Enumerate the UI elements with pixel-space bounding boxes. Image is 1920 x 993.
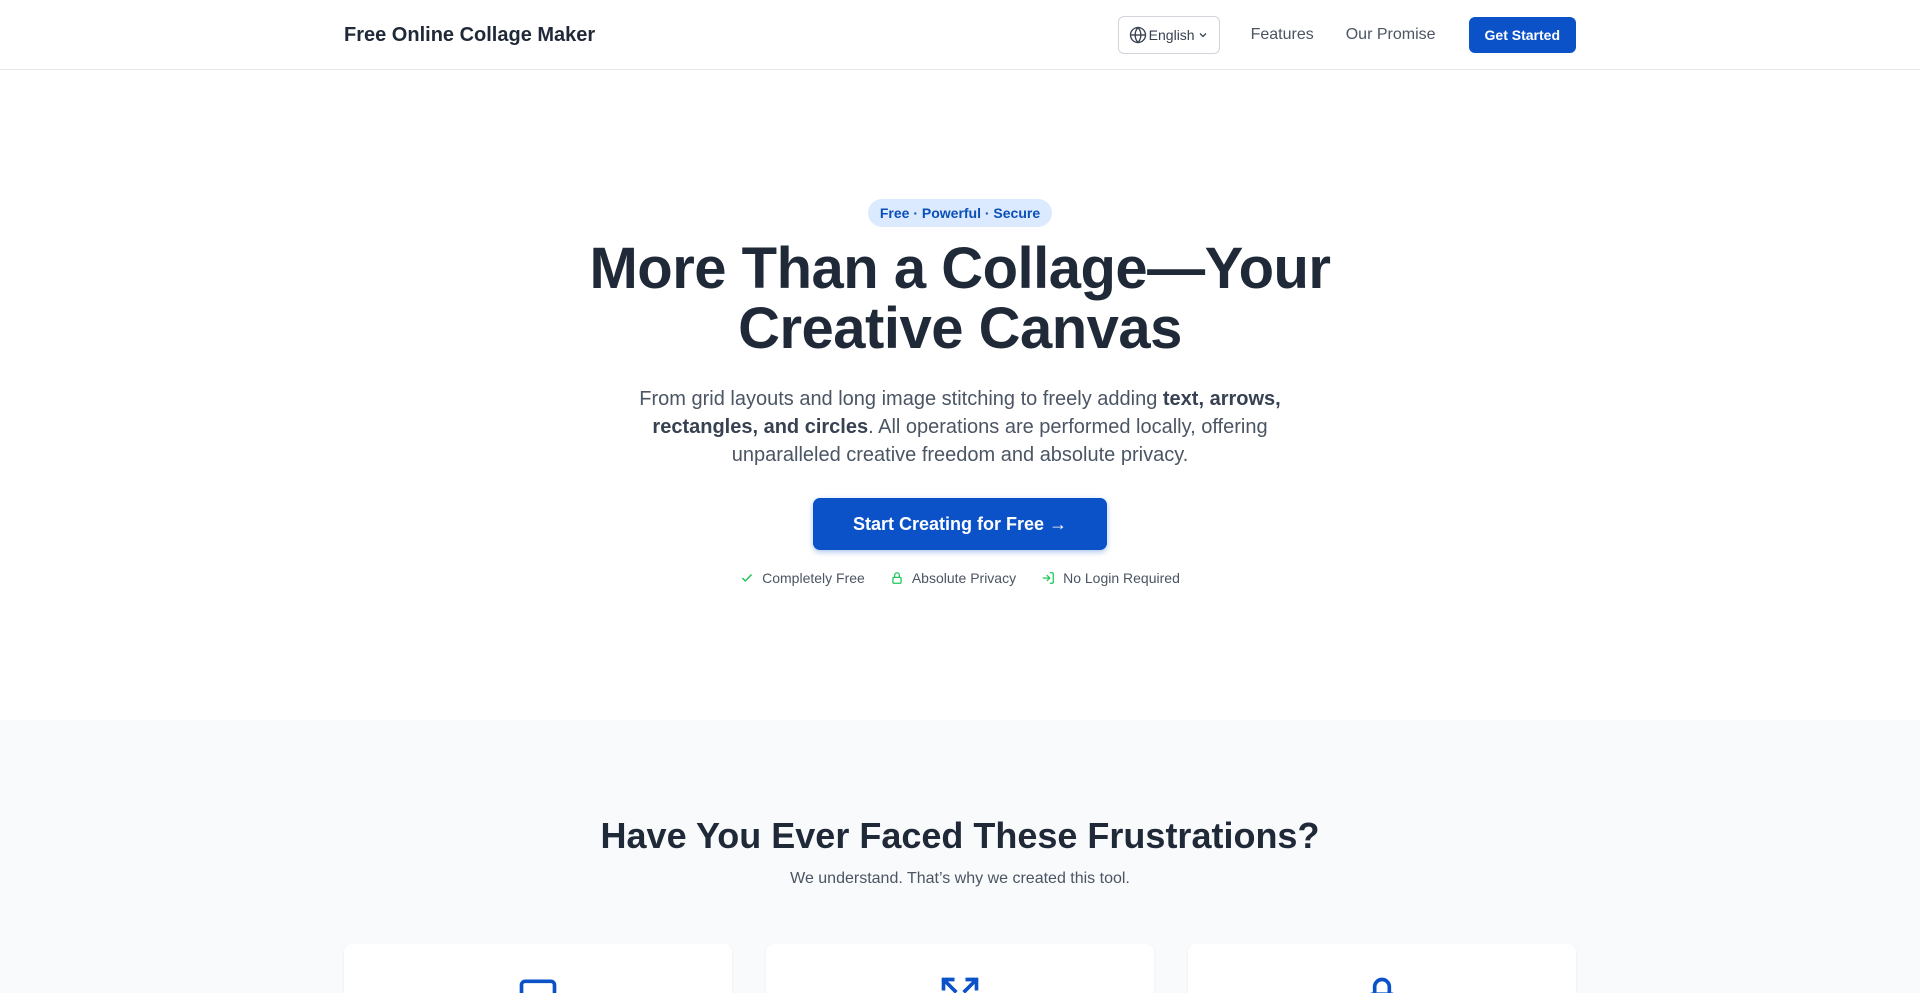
trust-label-free: Completely Free — [762, 570, 865, 586]
nav-features-link[interactable]: Features — [1251, 26, 1314, 44]
trust-label-no-login: No Login Required — [1063, 570, 1180, 586]
trust-item-no-login: No Login Required — [1041, 570, 1180, 586]
hero-section: Free · Powerful · Secure More Than a Col… — [0, 70, 1920, 720]
expand-arrows-icon — [941, 977, 979, 993]
frustration-card — [1188, 944, 1576, 993]
trust-item-privacy: Absolute Privacy — [890, 570, 1016, 586]
main-nav: English Features Our Promise Get Started — [1117, 16, 1576, 54]
frustration-cards — [344, 944, 1576, 993]
frustrations-subtitle: We understand. That’s why we created thi… — [790, 870, 1130, 887]
hero-subtitle: From grid layouts and long image stitchi… — [630, 385, 1290, 469]
frustrations-title: Have You Ever Faced These Frustrations? — [600, 815, 1320, 856]
site-logo[interactable]: Free Online Collage Maker — [344, 24, 595, 47]
trust-label-privacy: Absolute Privacy — [911, 570, 1017, 586]
frustration-card — [766, 944, 1154, 993]
hero-badge: Free · Powerful · Secure — [867, 199, 1053, 227]
language-selector[interactable]: English — [1117, 16, 1220, 54]
trust-badges: Completely Free Absolute Privacy No Logi… — [740, 570, 1180, 586]
get-started-button[interactable]: Get Started — [1468, 17, 1576, 53]
frustration-card — [344, 944, 732, 993]
lock-icon — [1370, 977, 1394, 993]
start-creating-button[interactable]: Start Creating for Free → — [812, 498, 1108, 550]
language-label: English — [1148, 27, 1195, 43]
globe-icon — [1129, 26, 1146, 44]
monitor-icon — [519, 979, 557, 993]
hero-subtitle-prefix: From grid layouts and long image stitchi… — [639, 388, 1163, 410]
chevron-down-icon — [1199, 33, 1207, 38]
frustrations-section: Have You Ever Faced These Frustrations? … — [0, 720, 1920, 993]
site-header: Free Online Collage Maker English Featur… — [0, 0, 1920, 70]
hero-title: More Than a Collage—Your Creative Canvas — [589, 236, 1331, 361]
lock-icon — [892, 572, 902, 584]
nav-promise-link[interactable]: Our Promise — [1346, 26, 1436, 44]
login-icon — [1042, 572, 1055, 584]
check-icon — [741, 573, 753, 582]
trust-item-free: Completely Free — [740, 570, 865, 586]
